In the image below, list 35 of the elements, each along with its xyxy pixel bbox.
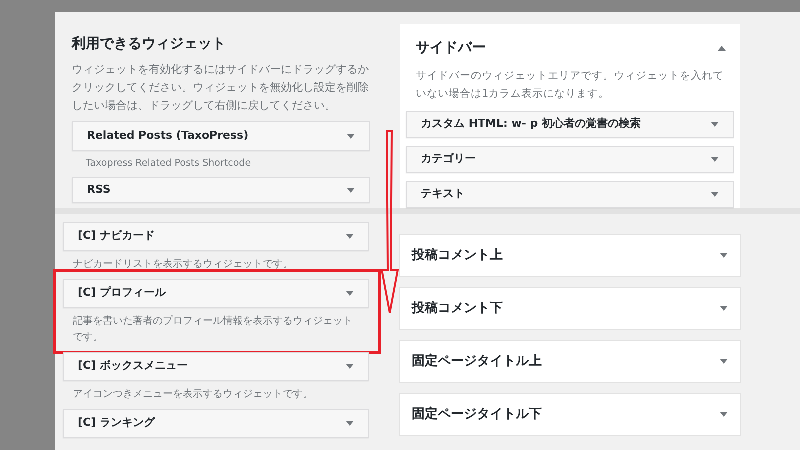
caret-down-icon <box>347 134 355 138</box>
section-description: ウィジェットを有効化するにはサイドバーにドラッグするかクリックしてください。ウィジェットを無効化し設定を削除したい場合は、ドラッグして右側に戻してください。 <box>72 62 370 114</box>
caret-up-icon <box>718 46 726 51</box>
widget-area-panel[interactable]: 投稿コメント上 <box>399 234 741 277</box>
caret-down-icon <box>720 306 728 311</box>
caret-down-icon <box>711 157 719 162</box>
caret-down-icon <box>711 122 719 127</box>
caret-down-icon <box>720 253 728 258</box>
sidebar-title[interactable]: サイドバー <box>416 38 486 59</box>
caret-down-icon <box>346 234 354 239</box>
widget-description: 記事を書いた著者のプロフィール情報を表示するウィジェットです。 <box>72 314 354 345</box>
widget-area-panel[interactable]: 投稿コメント下 <box>399 287 741 330</box>
widget-item[interactable]: Related Posts (TaxoPress) <box>72 121 370 151</box>
caret-down-icon <box>346 364 354 369</box>
widget-item[interactable]: [C] プロフィール <box>63 279 369 308</box>
widget-description: ナビカードリストを表示するウィジェットです。 <box>72 258 294 272</box>
caret-down-icon <box>711 192 719 197</box>
widget-item[interactable]: [C] ランキング <box>63 409 369 438</box>
widget-area-panel[interactable]: 固定ページタイトル下 <box>399 393 741 436</box>
widget-item[interactable]: カテゴリー <box>406 146 734 173</box>
caret-down-icon <box>346 291 354 296</box>
widget-item[interactable]: RSS <box>72 177 370 203</box>
widget-description: アイコンつきメニューを表示するウィジェットです。 <box>72 388 314 402</box>
widget-description: Taxopress Related Posts Shortcode <box>85 157 252 171</box>
widget-area-panel[interactable]: 固定ページタイトル上 <box>399 340 741 383</box>
caret-down-icon <box>347 188 355 192</box>
caret-down-icon <box>720 412 728 417</box>
widget-item[interactable]: [C] ナビカード <box>63 222 369 251</box>
widget-item[interactable]: カスタム HTML: w- p 初心者の覚書の検索 <box>406 111 734 138</box>
caret-down-icon <box>346 421 354 426</box>
section-title: 利用できるウィジェット <box>72 35 227 54</box>
caret-down-icon <box>720 359 728 364</box>
sidebar-description: サイドバーのウィジェットエリアです。ウィジェットを入れていない場合は1カラム表示になります。 <box>415 69 725 102</box>
widget-item[interactable]: [C] ボックスメニュー <box>63 352 369 381</box>
widget-item[interactable]: テキスト <box>406 181 734 208</box>
